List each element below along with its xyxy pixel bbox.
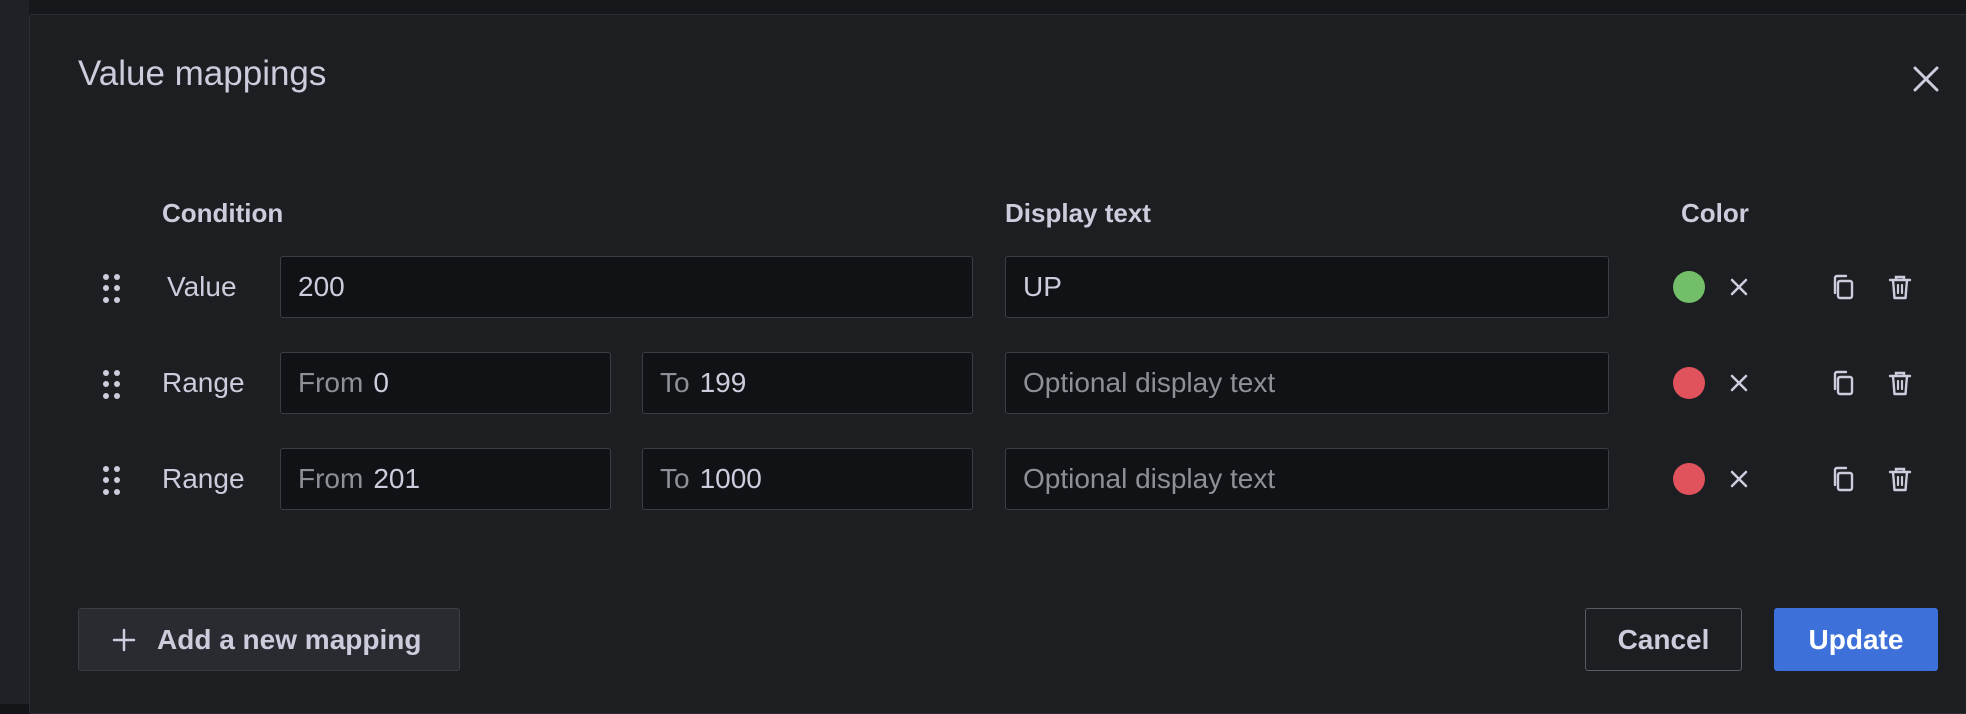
update-label: Update (1808, 623, 1904, 655)
modal-title: Value mappings (78, 54, 327, 93)
drag-handle[interactable] (100, 369, 124, 401)
clear-color-icon (1730, 470, 1748, 488)
mapping-row-range: Range From 0 To 199 Optional display tex… (30, 352, 1966, 414)
clear-color-icon (1730, 278, 1748, 296)
condition-type-label: Range (162, 463, 245, 494)
condition-type-label: Range (162, 367, 245, 398)
mapping-row-value: Value 200 UP (30, 256, 1966, 318)
color-swatch[interactable] (1673, 367, 1705, 399)
copy-icon (1833, 466, 1854, 492)
display-text-placeholder: Optional display text (1023, 367, 1276, 398)
display-text-value: UP (1023, 271, 1062, 302)
range-from-input[interactable]: From 0 (280, 352, 611, 414)
condition-header: Condition (162, 198, 284, 228)
delete-row-button[interactable] (1885, 368, 1915, 398)
to-prefix: To (660, 367, 690, 398)
close-button[interactable] (1906, 59, 1946, 99)
add-mapping-button[interactable]: Add a new mapping (78, 608, 460, 671)
from-value: 0 (373, 367, 389, 398)
delete-row-button[interactable] (1885, 272, 1915, 302)
from-prefix: From (298, 367, 364, 398)
delete-row-button[interactable] (1885, 464, 1915, 494)
cancel-button[interactable]: Cancel (1585, 608, 1742, 671)
drag-handle-icon (103, 370, 120, 399)
drag-handle[interactable] (100, 273, 124, 305)
clear-color-button[interactable] (1727, 467, 1751, 491)
backdrop-panel-edge (0, 0, 29, 704)
trash-icon (1888, 371, 1912, 396)
mapping-row-range: Range From 201 To 1000 Optional display … (30, 448, 1966, 510)
value-input[interactable]: 200 (280, 256, 973, 318)
drag-handle[interactable] (100, 465, 124, 497)
display-text-input[interactable]: Optional display text (1005, 352, 1609, 414)
range-to-input[interactable]: To 199 (642, 352, 973, 414)
duplicate-row-button[interactable] (1828, 464, 1858, 494)
display-text-input[interactable]: Optional display text (1005, 448, 1609, 510)
drag-handle-icon (103, 274, 120, 303)
clear-color-button[interactable] (1727, 275, 1751, 299)
color-header: Color (1681, 198, 1749, 228)
add-mapping-label: Add a new mapping (157, 623, 422, 655)
display-text-input[interactable]: UP (1005, 256, 1609, 318)
from-prefix: From (298, 463, 364, 494)
duplicate-row-button[interactable] (1828, 272, 1858, 302)
to-value: 199 (699, 367, 747, 398)
range-to-input[interactable]: To 1000 (642, 448, 973, 510)
copy-icon (1833, 370, 1854, 396)
condition-type-label: Value (167, 271, 237, 302)
value-mappings-modal: Value mappings Condition Display text Co… (29, 14, 1966, 714)
copy-icon (1833, 274, 1854, 300)
color-swatch[interactable] (1673, 463, 1705, 495)
trash-icon (1888, 467, 1912, 492)
close-icon (1913, 66, 1939, 92)
drag-handle-icon (103, 466, 120, 495)
color-swatch[interactable] (1673, 271, 1705, 303)
to-value: 1000 (699, 463, 762, 494)
clear-color-icon (1730, 374, 1748, 392)
clear-color-button[interactable] (1727, 371, 1751, 395)
plus-icon (112, 628, 136, 651)
to-prefix: To (660, 463, 690, 494)
display-text-header: Display text (1005, 198, 1151, 228)
range-from-input[interactable]: From 201 (280, 448, 611, 510)
update-button[interactable]: Update (1774, 608, 1938, 671)
value-input-text: 200 (298, 271, 345, 302)
trash-icon (1888, 275, 1912, 300)
duplicate-row-button[interactable] (1828, 368, 1858, 398)
from-value: 201 (373, 463, 421, 494)
display-text-placeholder: Optional display text (1023, 463, 1276, 494)
cancel-label: Cancel (1617, 623, 1710, 655)
